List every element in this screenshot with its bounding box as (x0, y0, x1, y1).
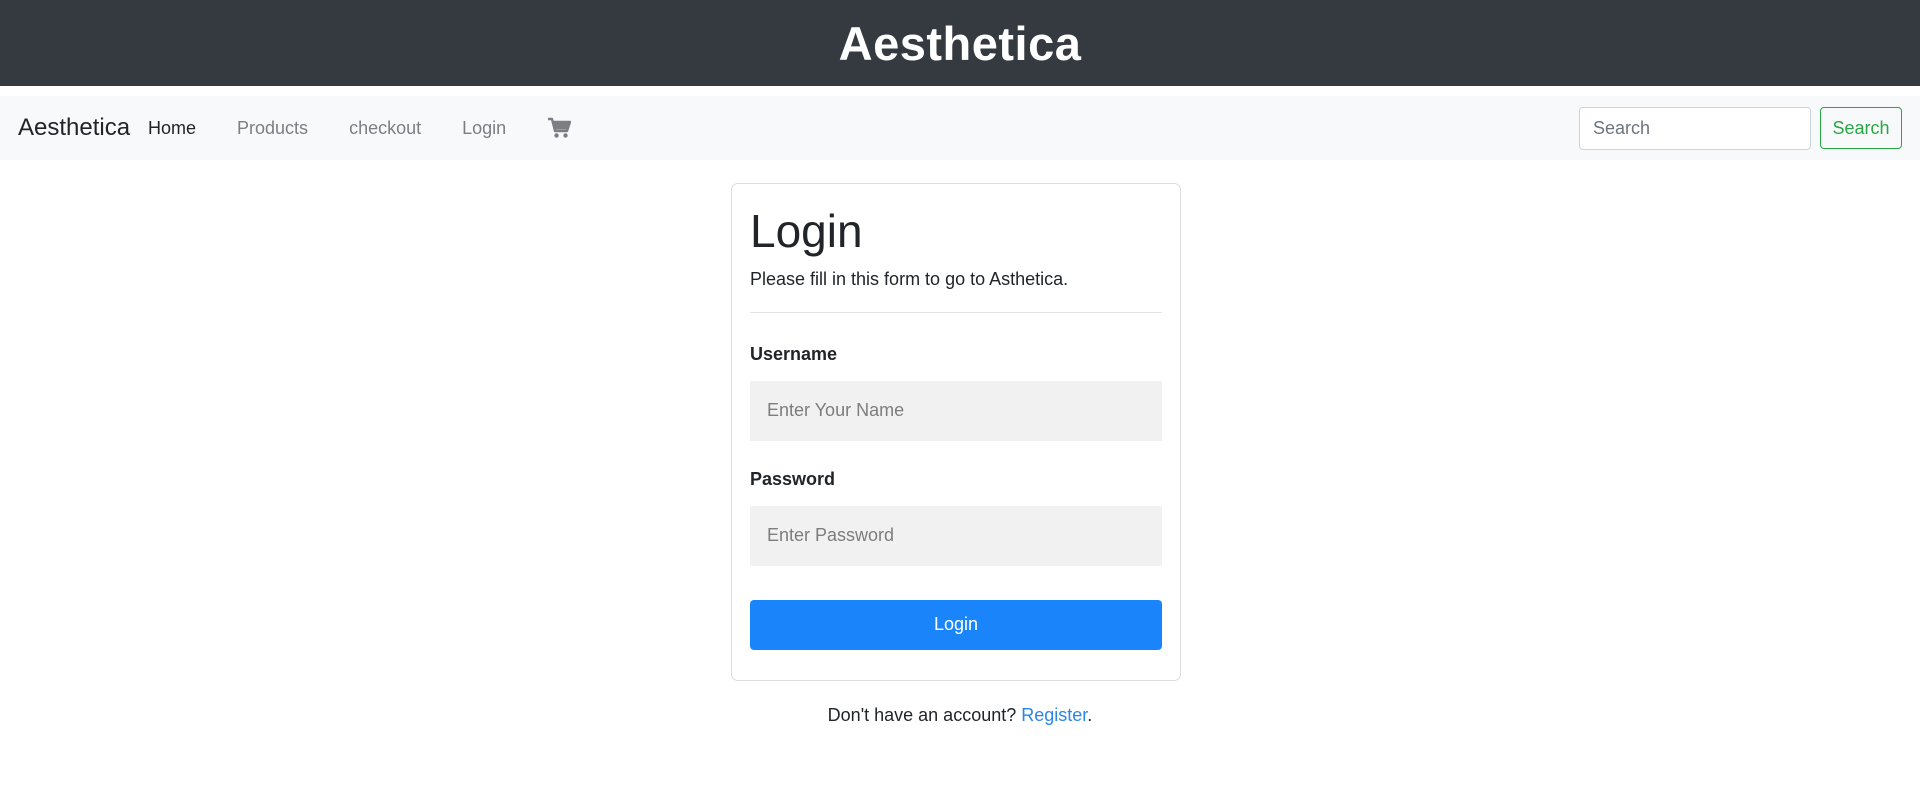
navbar-search-form: Search (1579, 106, 1902, 150)
register-prompt-text: Don't have an account? (827, 705, 1022, 725)
login-button[interactable]: Login (750, 599, 1162, 650)
register-suffix: . (1087, 705, 1093, 725)
password-field[interactable] (750, 505, 1162, 566)
shopping-cart-icon[interactable] (547, 117, 572, 139)
search-input[interactable] (1579, 106, 1811, 150)
nav-link-home[interactable]: Home (148, 118, 196, 139)
nav-link-products[interactable]: Products (237, 118, 308, 139)
username-field[interactable] (750, 380, 1162, 441)
username-label: Username (750, 343, 838, 364)
site-banner: Aesthetica (0, 0, 1920, 86)
divider (750, 311, 1162, 313)
register-link[interactable]: Register (1021, 705, 1087, 725)
login-title: Login (750, 205, 863, 257)
login-subtitle: Please fill in this form to go to Asthet… (750, 268, 1069, 289)
register-prompt: Don't have an account? Register. (0, 705, 1920, 726)
nav-link-checkout[interactable]: checkout (349, 118, 421, 139)
navbar: Aesthetica Home Products checkout Login … (0, 96, 1920, 160)
search-button[interactable]: Search (1820, 107, 1902, 149)
password-label: Password (750, 468, 836, 489)
navbar-brand[interactable]: Aesthetica (18, 114, 130, 142)
login-card: Login Please fill in this form to go to … (731, 183, 1181, 681)
nav-link-login[interactable]: Login (462, 118, 506, 139)
nav-links: Home Products checkout Login (148, 117, 572, 139)
banner-title: Aesthetica (838, 16, 1082, 70)
